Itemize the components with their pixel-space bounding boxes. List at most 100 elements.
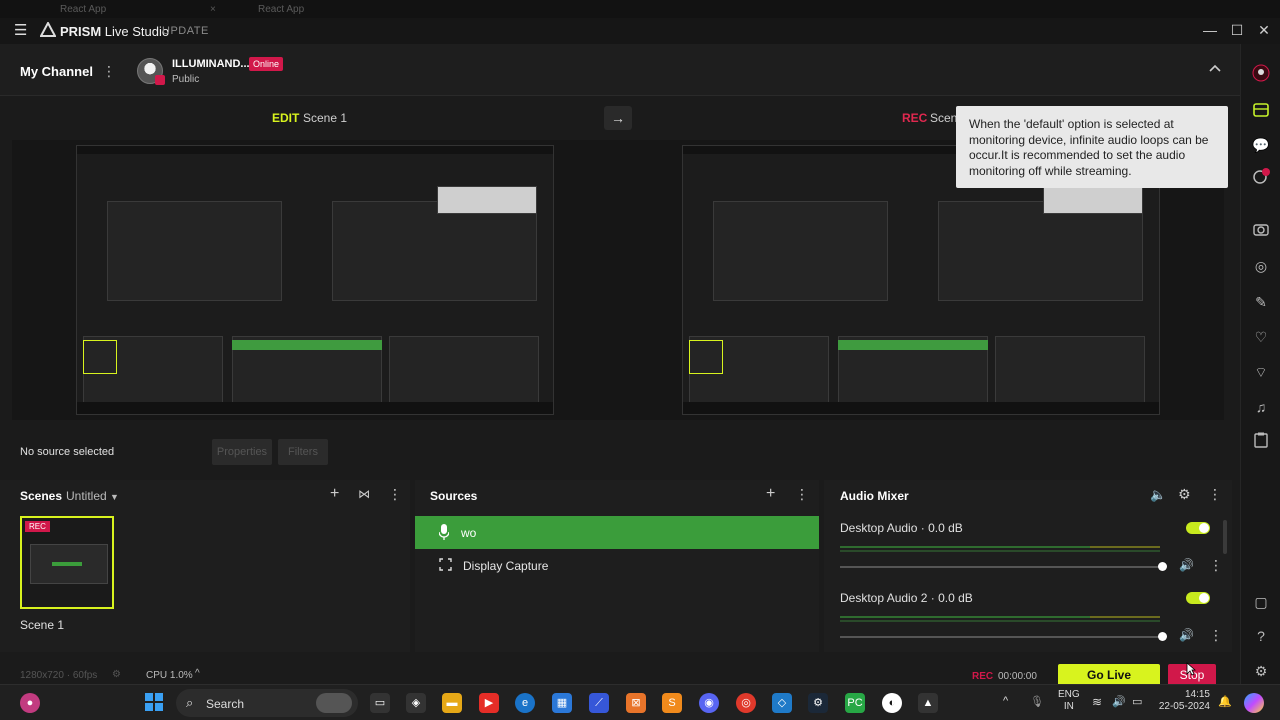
- scene-name[interactable]: Scene 1: [20, 618, 64, 632]
- notification-bell-icon[interactable]: 🔔: [1218, 695, 1232, 708]
- scene-collection-name: Untitled: [66, 489, 107, 503]
- prism-taskbar-icon[interactable]: ▲: [918, 693, 938, 713]
- scenes-more-icon[interactable]: ⋮: [388, 486, 402, 503]
- store-icon[interactable]: ▦: [552, 693, 572, 713]
- battery-icon[interactable]: ▭: [1132, 695, 1142, 708]
- youtube-icon[interactable]: ▶: [479, 693, 499, 713]
- source-item[interactable]: Display Capture: [415, 549, 819, 582]
- app-icon[interactable]: ⊠: [626, 693, 646, 713]
- gear-icon[interactable]: ⚙: [1178, 486, 1191, 503]
- mixer-scrollbar[interactable]: [1223, 520, 1227, 554]
- clock-date: 22-05-2024: [1158, 701, 1210, 712]
- rec-label: REC: [902, 111, 928, 125]
- channel-more-icon[interactable]: ⋮: [102, 63, 116, 80]
- scene-thumbnail[interactable]: REC: [20, 516, 114, 609]
- transition-arrow-button[interactable]: →: [604, 106, 632, 130]
- widgets-icon[interactable]: ●: [20, 693, 40, 713]
- notification-icon[interactable]: [1251, 168, 1271, 188]
- pycharm-icon[interactable]: PC: [845, 693, 865, 713]
- my-channel-title: My Channel: [20, 64, 93, 79]
- task-view-icon[interactable]: ▭: [370, 693, 390, 713]
- chevron-up-icon[interactable]: ^: [1003, 695, 1008, 707]
- heart-icon[interactable]: ♡: [1251, 327, 1271, 347]
- title-bar: ☰ PRISM Live Studio UPDATE — ☐ ✕: [0, 18, 1280, 44]
- settings-icon[interactable]: ⚙: [1251, 661, 1271, 681]
- volume-slider[interactable]: [840, 636, 1160, 638]
- discord-icon[interactable]: ◉: [699, 693, 719, 713]
- chat-icon[interactable]: 💬: [1251, 135, 1271, 155]
- sticker-icon[interactable]: ⌔: [1251, 362, 1271, 382]
- steam-icon[interactable]: ⚙: [808, 693, 828, 713]
- taskbar-search[interactable]: ⌕ Search: [176, 689, 358, 717]
- status-badge: Online: [249, 57, 284, 71]
- app-icon[interactable]: ◐: [882, 693, 902, 713]
- speaker-icon[interactable]: 🔈: [1150, 487, 1166, 503]
- copilot-icon[interactable]: [1244, 693, 1264, 713]
- edge-icon[interactable]: e: [515, 693, 535, 713]
- chevron-down-icon: ▼: [110, 492, 119, 502]
- clipboard-icon[interactable]: [1251, 432, 1271, 452]
- mixer-more-icon[interactable]: ⋮: [1208, 486, 1222, 503]
- channel-more-icon[interactable]: ⋮: [1209, 627, 1223, 644]
- sublime-icon[interactable]: S: [662, 693, 682, 713]
- add-source-button[interactable]: +: [766, 485, 775, 503]
- browser-tab-2[interactable]: React App: [258, 4, 304, 15]
- chevron-up-icon[interactable]: [1208, 60, 1222, 76]
- platform-badge-icon: [155, 75, 165, 85]
- close-icon[interactable]: ×: [210, 4, 216, 15]
- maximize-button[interactable]: ☐: [1227, 22, 1247, 39]
- language-indicator[interactable]: ENG IN: [1058, 689, 1080, 713]
- wifi-icon[interactable]: ≋: [1092, 695, 1102, 709]
- scene-collection-dropdown[interactable]: Untitled ▼: [66, 489, 119, 503]
- audio-monitor-toggle[interactable]: [1186, 592, 1210, 604]
- app-title: PRISM Live Studio: [60, 24, 169, 39]
- volume-icon[interactable]: 🔊: [1112, 695, 1126, 708]
- close-button[interactable]: ✕: [1254, 22, 1274, 39]
- audio-meter: [840, 616, 1090, 618]
- go-live-button[interactable]: Go Live: [1058, 664, 1160, 686]
- add-scene-button[interactable]: +: [330, 485, 339, 503]
- transition-icon[interactable]: ⋈: [358, 487, 370, 501]
- help-icon[interactable]: ?: [1251, 626, 1271, 646]
- settings-small-icon[interactable]: ⚙: [112, 669, 121, 680]
- microphone-icon[interactable]: 🎙: [1030, 695, 1044, 708]
- monitoring-warning-tooltip: When the 'default' option is selected at…: [956, 106, 1228, 188]
- region-code: IN: [1063, 701, 1074, 712]
- layout-icon[interactable]: [1251, 102, 1271, 122]
- audio-channel-name: Desktop Audio: [840, 521, 918, 535]
- clock[interactable]: 14:15 22-05-2024: [1158, 689, 1210, 713]
- draw-icon[interactable]: ✎: [1251, 292, 1271, 312]
- profile-icon[interactable]: [1251, 64, 1271, 84]
- no-source-label: No source selected: [20, 446, 115, 458]
- avatar[interactable]: [137, 58, 165, 85]
- audio-meter-peak: [1090, 616, 1160, 618]
- chevron-up-icon[interactable]: ^: [195, 668, 200, 679]
- browser-tab-1[interactable]: React App: [60, 4, 106, 15]
- webcam-icon[interactable]: ◎: [1251, 256, 1271, 276]
- sources-more-icon[interactable]: ⋮: [795, 486, 809, 503]
- volume-slider-knob[interactable]: [1158, 632, 1167, 641]
- music-icon[interactable]: ♫: [1251, 397, 1271, 417]
- audio-monitor-toggle[interactable]: [1186, 522, 1210, 534]
- powerautomate-icon[interactable]: ⟋: [589, 693, 609, 713]
- speaker-icon[interactable]: 🔊: [1179, 628, 1194, 642]
- scenes-title: Scenes: [20, 489, 63, 503]
- channel-more-icon[interactable]: ⋮: [1209, 557, 1223, 574]
- hamburger-menu-icon[interactable]: ☰: [14, 21, 27, 39]
- properties-button[interactable]: Properties: [212, 439, 272, 465]
- screen-icon[interactable]: ▢: [1251, 592, 1271, 612]
- vscode-icon[interactable]: ◇: [772, 693, 792, 713]
- volume-slider[interactable]: [840, 566, 1160, 568]
- source-item[interactable]: wo: [415, 516, 819, 549]
- windows-start-icon[interactable]: [144, 693, 164, 713]
- app-icon[interactable]: ◈: [406, 693, 426, 713]
- file-explorer-icon[interactable]: ▬: [442, 693, 462, 713]
- minimize-button[interactable]: —: [1200, 22, 1220, 38]
- speaker-icon[interactable]: 🔊: [1179, 558, 1194, 572]
- camera-icon[interactable]: [1251, 221, 1271, 241]
- volume-slider-knob[interactable]: [1158, 562, 1167, 571]
- chrome-icon[interactable]: ◎: [736, 693, 756, 713]
- update-label[interactable]: UPDATE: [162, 25, 209, 37]
- filters-button[interactable]: Filters: [278, 439, 328, 465]
- edit-preview[interactable]: [76, 145, 554, 415]
